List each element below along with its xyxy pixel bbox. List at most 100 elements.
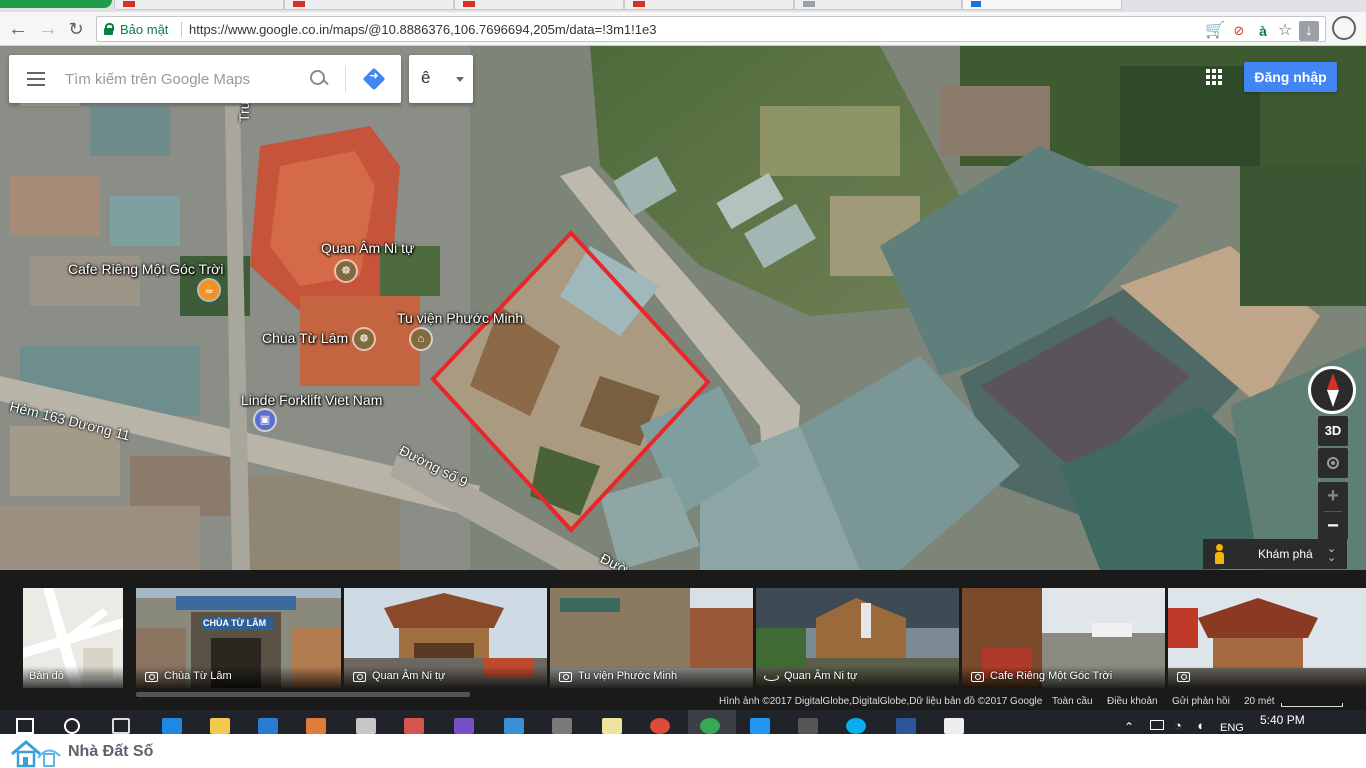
map-thumbnail[interactable]: Bản đồ <box>23 588 123 688</box>
menu-icon[interactable] <box>27 72 45 86</box>
task-view-icon[interactable] <box>112 718 130 734</box>
input-method-icon[interactable]: à <box>1253 21 1273 41</box>
camera-icon <box>971 672 984 682</box>
pegman-icon[interactable] <box>1214 544 1224 564</box>
tab-favicon <box>633 1 645 7</box>
explore-bar[interactable]: Khám phá ⌄ ⌄ <box>1203 539 1347 569</box>
omnibox-separator <box>181 22 182 37</box>
photos-icon[interactable] <box>944 718 964 734</box>
profile-icon[interactable] <box>1332 16 1356 40</box>
tray-chevron-icon[interactable]: ⌃ <box>1124 720 1134 734</box>
signin-button[interactable]: Đăng nhập <box>1244 62 1337 92</box>
edge-icon[interactable] <box>162 718 182 734</box>
apps-grid-icon[interactable] <box>1206 69 1223 86</box>
photo-chua-tu-lam[interactable]: CHÙA TỪ LÂM Chùa Từ Lâm <box>136 588 341 688</box>
zoom-controls: + − <box>1318 482 1348 540</box>
store-icon[interactable] <box>258 718 278 734</box>
business-icon[interactable]: ▣ <box>255 410 275 430</box>
scale-bar <box>1281 703 1343 707</box>
app-icon[interactable] <box>504 718 524 734</box>
place-label-tu-vien[interactable]: Tu viện Phước Minh <box>397 310 523 326</box>
input-language-selector[interactable]: ê <box>409 55 473 103</box>
tab-active[interactable] <box>962 0 1122 10</box>
pdf-icon[interactable] <box>404 718 424 734</box>
my-location-button[interactable] <box>1318 448 1348 478</box>
chrome-icon[interactable] <box>650 718 670 734</box>
omnibox[interactable]: Bảo mật https://www.google.co.in/maps/@1… <box>96 16 1326 42</box>
zalo-icon[interactable] <box>750 718 770 734</box>
zoom-out-button[interactable]: − <box>1318 512 1348 540</box>
notepad-icon[interactable] <box>602 718 622 734</box>
wifi-icon[interactable]: ◔ <box>1174 718 1182 733</box>
tab-1[interactable] <box>114 0 284 10</box>
coccoc-icon[interactable] <box>700 718 720 734</box>
map-canvas[interactable]: Quan Âm Ni tự ☸ Cafe Riêng Một Góc Trời … <box>0 46 1366 570</box>
maps-favicon <box>971 1 981 7</box>
tab-5[interactable] <box>794 0 962 10</box>
clock[interactable]: 5:40 PM <box>1260 713 1305 727</box>
search-input[interactable] <box>65 69 295 89</box>
cart-icon[interactable]: 🛒 <box>1205 21 1225 41</box>
search-icon[interactable] <box>309 69 329 89</box>
global-link[interactable]: Toàn cầu <box>1052 696 1093 707</box>
chevron-down-icon[interactable]: ⌄ ⌄ <box>1327 544 1336 564</box>
tab-strip <box>0 0 1366 12</box>
tab-4[interactable] <box>624 0 794 10</box>
view-3d-button[interactable]: 3D <box>1318 416 1348 446</box>
map-footer: Hình ảnh ©2017 DigitalGlobe,DigitalGlobe… <box>0 694 1366 710</box>
compass-icon[interactable] <box>1308 366 1356 414</box>
photo-tu-vien[interactable]: Tu viện Phước Minh <box>550 588 753 688</box>
temple-icon[interactable]: ⌂ <box>411 329 431 349</box>
photo-cafe[interactable]: Cafe Riêng Một Góc Trời <box>962 588 1165 688</box>
secure-label: Bảo mật <box>120 22 169 37</box>
place-label-quan-am[interactable]: Quan Âm Ni tự <box>321 240 414 256</box>
url-text[interactable]: https://www.google.co.in/maps/@10.888637… <box>189 22 656 37</box>
photo-last[interactable] <box>1168 588 1366 688</box>
feedback-link[interactable]: Gửi phản hồi <box>1172 696 1230 707</box>
search-box <box>9 55 401 103</box>
temple-icon[interactable]: ☸ <box>354 329 374 349</box>
app-icon[interactable] <box>552 718 572 734</box>
browser-toolbar: ← → ↻ Bảo mật https://www.google.co.in/m… <box>0 12 1366 46</box>
back-button[interactable]: ← <box>6 17 30 41</box>
volume-icon[interactable]: ◖ <box>1196 718 1204 733</box>
tab-3[interactable] <box>454 0 624 10</box>
thumb-label: Bản đồ <box>29 670 64 682</box>
star-icon[interactable]: ☆ <box>1275 21 1295 41</box>
terms-link[interactable]: Điều khoản <box>1107 696 1158 707</box>
adblock-icon[interactable]: ⊘ <box>1229 21 1249 41</box>
visual-studio-icon[interactable] <box>454 718 474 734</box>
app-icon[interactable] <box>356 718 376 734</box>
tab-favicon <box>463 1 475 7</box>
search-separator <box>345 66 346 92</box>
word-icon[interactable] <box>896 718 916 734</box>
place-label-linde[interactable]: Linde Forklift Viet Nam <box>241 392 382 408</box>
directions-icon[interactable] <box>363 68 385 90</box>
forward-button[interactable]: → <box>36 17 60 41</box>
download-icon[interactable]: ↓ <box>1299 21 1319 41</box>
thumb-label: Quan Âm Ni tự <box>784 670 858 682</box>
scale-label: 20 mét <box>1244 696 1275 707</box>
search-icon[interactable] <box>64 718 80 734</box>
language-indicator[interactable]: ENG <box>1220 722 1244 734</box>
paint-icon[interactable] <box>306 718 326 734</box>
camera-icon <box>353 672 366 682</box>
photo-quan-am-1[interactable]: Quan Âm Ni tự <box>344 588 547 688</box>
media-icon[interactable] <box>798 718 818 734</box>
cafe-icon[interactable]: ☕ <box>199 280 219 300</box>
place-label-cafe[interactable]: Cafe Riêng Một Góc Trời <box>68 261 223 277</box>
place-label-chua-tu-lam[interactable]: Chùa Từ Lâm <box>262 330 348 346</box>
thumb-label: Chùa Từ Lâm <box>164 670 232 682</box>
battery-icon[interactable] <box>1150 720 1164 730</box>
thumb-label: Quan Âm Ni tự <box>372 670 446 682</box>
tab-2[interactable] <box>284 0 454 10</box>
photo-quan-am-2[interactable]: Quan Âm Ni tự <box>756 588 959 688</box>
zoom-in-button[interactable]: + <box>1318 482 1348 510</box>
file-explorer-icon[interactable] <box>210 718 230 734</box>
reload-button[interactable]: ↻ <box>64 17 88 41</box>
windows-taskbar: ⌃ ◔ ◖ ENG 5:40 PM <box>0 710 1366 734</box>
temple-icon[interactable]: ☸ <box>336 261 356 281</box>
skype-icon[interactable] <box>846 718 866 734</box>
watermark-bar: Nhà Đất Số <box>0 734 1366 768</box>
windows-start-icon[interactable] <box>16 718 34 734</box>
